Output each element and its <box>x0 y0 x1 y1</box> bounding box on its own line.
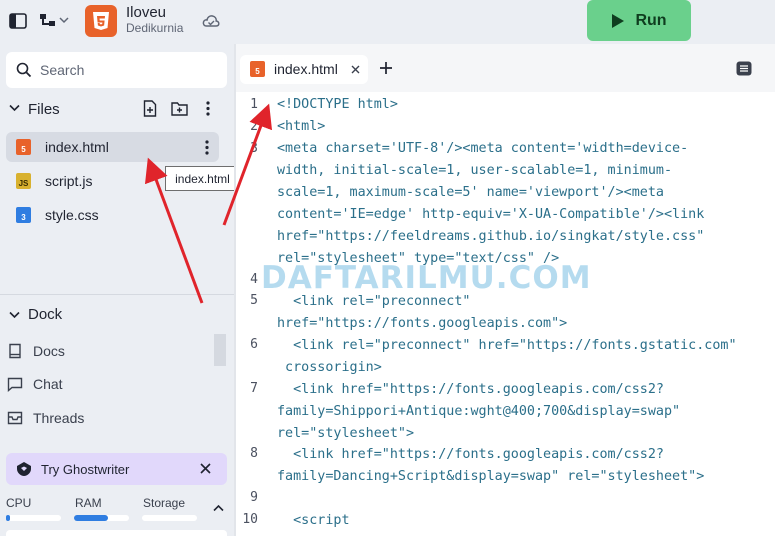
file-options-icon[interactable] <box>205 140 209 155</box>
html5-icon <box>93 12 109 30</box>
cloud-sync-icon <box>201 11 221 31</box>
code-line: width, initial-scale=1, user-scalable=1,… <box>277 163 673 178</box>
javascript-icon: JS <box>16 173 31 189</box>
file-item-style-css[interactable]: 3 style.css <box>6 200 219 230</box>
chat-icon <box>7 377 23 392</box>
code-line: family=Shippori+Antique:wght@400;700&dis… <box>277 404 681 419</box>
ghostwriter-icon <box>17 462 31 476</box>
more-options-icon[interactable] <box>206 101 210 116</box>
file-name: index.html <box>45 139 109 155</box>
run-button[interactable]: Run <box>587 0 691 41</box>
threads-icon <box>7 411 23 425</box>
close-tab-icon[interactable] <box>351 65 360 74</box>
files-label: Files <box>28 101 60 118</box>
cpu-usage-fill <box>6 515 11 521</box>
cpu-label: CPU <box>6 496 32 510</box>
code-line: <link href="https://fonts.googleapis.com… <box>277 382 664 397</box>
code-line: scale=1, maximum-scale=5' name='viewport… <box>277 185 664 200</box>
code-line: <link rel="preconnect" href="https://fon… <box>277 338 737 353</box>
line-number: 4 <box>250 272 258 287</box>
repl-name[interactable]: Iloveu <box>126 4 166 21</box>
chevron-down-icon[interactable] <box>9 311 20 319</box>
file-name: script.js <box>45 173 93 189</box>
tab-label: index.html <box>274 61 338 77</box>
css3-icon: 3 <box>16 207 31 223</box>
code-line: rel="stylesheet" type="text/css" /> <box>277 251 560 266</box>
line-number: 7 <box>250 381 258 396</box>
storage-label: Storage <box>143 496 186 510</box>
search-placeholder: Search <box>40 62 85 78</box>
chevron-down-icon[interactable] <box>58 14 70 26</box>
close-icon[interactable] <box>200 463 211 474</box>
sidebar: Search Files 5 index.html JS script.js 3… <box>0 44 234 536</box>
ghostwriter-label: Try Ghostwriter <box>41 462 130 477</box>
file-tooltip: index.html <box>165 166 240 191</box>
code-editor[interactable]: 1 2 3 4 5 6 7 8 9 10 <!DOCTYPE html> <ht… <box>236 92 775 536</box>
line-number: 9 <box>250 490 258 505</box>
dock-item-label: Docs <box>33 343 65 359</box>
dock-item-label: Threads <box>33 410 85 426</box>
line-number: 1 <box>250 97 258 112</box>
new-file-icon[interactable] <box>143 100 157 117</box>
dock-item-label: Chat <box>33 376 63 392</box>
code-line: <link rel="preconnect" <box>277 294 471 309</box>
dock-label: Dock <box>28 306 63 323</box>
ram-usage-bar[interactable] <box>74 515 129 521</box>
files-section-header[interactable]: Files <box>0 98 234 120</box>
new-tab-icon[interactable] <box>379 61 393 75</box>
code-line: crossorigin> <box>277 360 382 375</box>
line-number: 5 <box>250 293 258 308</box>
section-divider[interactable] <box>0 294 234 295</box>
sidebar-toggle-icon[interactable] <box>8 12 28 30</box>
code-line: <link href="https://fonts.googleapis.com… <box>277 447 664 462</box>
code-line: <meta charset='UTF-8'/><meta content='wi… <box>277 141 689 156</box>
cpu-usage-bar[interactable] <box>6 515 61 521</box>
pane-menu-icon[interactable] <box>736 61 752 76</box>
code-line: family=Dancing+Script&display=swap" rel=… <box>277 469 705 484</box>
line-number: 3 <box>250 141 258 156</box>
storage-usage-bar[interactable] <box>142 515 197 521</box>
code-line: <script <box>277 513 350 528</box>
file-name: style.css <box>45 207 99 223</box>
search-input[interactable]: Search <box>6 52 227 88</box>
code-line: href="https://feeldreams.github.io/singk… <box>277 229 705 244</box>
search-icon <box>16 62 32 78</box>
code-line: rel="stylesheet"> <box>277 426 415 441</box>
chevron-down-icon[interactable] <box>9 104 20 112</box>
ram-usage-fill <box>74 515 109 521</box>
ram-label: RAM <box>75 496 102 510</box>
ghostwriter-banner[interactable]: Try Ghostwriter <box>6 453 227 485</box>
line-number: 8 <box>250 446 258 461</box>
code-line: <html> <box>277 119 326 134</box>
html5-icon: 5 <box>250 61 265 77</box>
play-icon <box>612 13 625 28</box>
dock-scrollbar[interactable] <box>214 334 226 366</box>
html5-icon: 5 <box>16 139 31 155</box>
code-line: content='IE=edge' http-equiv='X-UA-Compa… <box>277 207 705 222</box>
project-tree-icon[interactable] <box>38 11 58 31</box>
code-line: href="https://fonts.googleapis.com"> <box>277 316 568 331</box>
new-folder-icon[interactable] <box>171 101 188 116</box>
line-number: 6 <box>250 337 258 352</box>
repl-owner[interactable]: Dedikurnia <box>126 21 183 35</box>
repl-avatar[interactable] <box>85 5 117 37</box>
code-line: <!DOCTYPE html> <box>277 97 398 112</box>
docs-icon <box>9 343 21 359</box>
tab-index-html[interactable]: 5 index.html <box>240 55 368 84</box>
top-bar: Iloveu Dedikurnia Run <box>0 0 775 44</box>
run-button-label: Run <box>635 11 667 29</box>
line-number: 2 <box>250 119 258 134</box>
file-item-index-html[interactable]: 5 index.html <box>6 132 219 162</box>
line-number: 10 <box>242 512 258 527</box>
editor-tab-bar: 5 index.html <box>236 44 775 92</box>
console-panel-edge <box>6 530 227 536</box>
chevron-up-icon[interactable] <box>213 504 224 512</box>
